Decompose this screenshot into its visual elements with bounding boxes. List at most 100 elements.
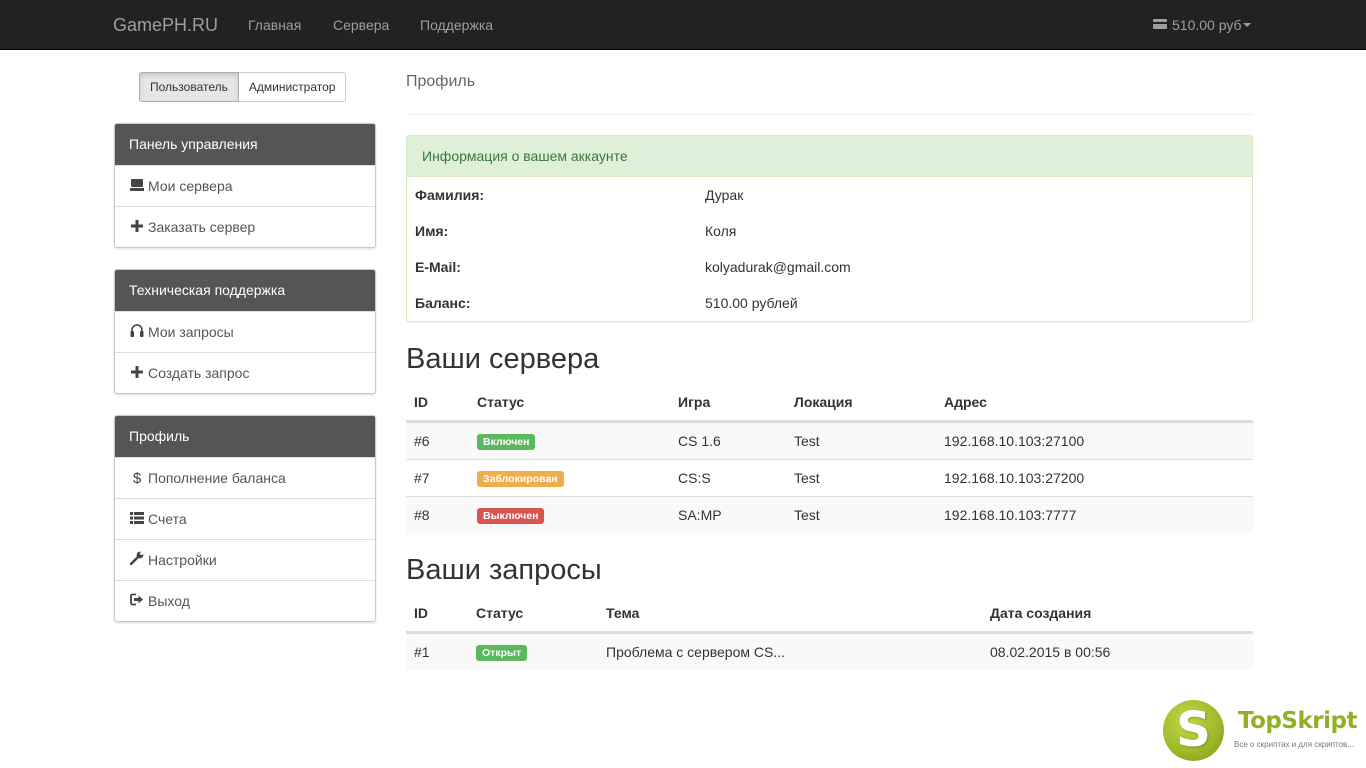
server-game: SA:MP <box>678 507 722 523</box>
column-header: Статус <box>477 394 525 410</box>
role-switch: Пользователь Администратор <box>139 72 347 102</box>
request-date: 08.02.2015 в 00:56 <box>990 644 1111 660</box>
plus-icon <box>130 353 144 393</box>
dollar-icon: $ <box>132 470 142 487</box>
admin-mode-button[interactable]: Администратор <box>238 72 347 102</box>
panel-heading: Техническая поддержка <box>115 270 375 311</box>
field-value: Дурак <box>705 187 744 203</box>
server-address: 192.168.10.103:7777 <box>944 507 1077 523</box>
server-icon <box>130 166 144 207</box>
server-address: 192.168.10.103:27200 <box>944 470 1085 486</box>
sidebar-item-invoices[interactable]: Счета <box>115 498 375 539</box>
account-row-email: E-Mail: kolyadurak@gmail.com <box>407 249 1252 285</box>
support-panel: Техническая поддержка Мои запросы Создат… <box>114 269 376 394</box>
brand-link[interactable]: GamePH.RU <box>113 14 218 36</box>
account-info-panel: Информация о вашем аккаунте Фамилия: Дур… <box>406 135 1253 322</box>
sidebar-item-order-server[interactable]: Заказать сервер <box>115 206 375 247</box>
plus-icon <box>130 207 144 247</box>
field-value: 510.00 рублей <box>705 295 798 311</box>
table-row[interactable]: #7 Заблокирован CS:S Test 192.168.10.103… <box>406 459 1253 496</box>
panel-heading: Панель управления <box>115 124 375 165</box>
field-value: Коля <box>705 223 737 239</box>
sidebar-item-label: Мои сервера <box>148 178 233 194</box>
user-mode-button[interactable]: Пользователь <box>139 72 239 102</box>
table-row[interactable]: #8 Выключен SA:MP Test 192.168.10.103:77… <box>406 496 1253 533</box>
status-badge: Заблокирован <box>477 471 564 487</box>
control-panel: Панель управления Мои сервера Заказать с… <box>114 123 376 248</box>
sidebar-item-logout[interactable]: Выход <box>115 580 375 621</box>
field-label: Фамилия: <box>415 187 485 203</box>
request-id: #1 <box>414 644 430 660</box>
balance-label: 510.00 руб <box>1172 17 1242 33</box>
request-subject[interactable]: Проблема с сервером CS... <box>606 634 785 670</box>
top-navbar: GamePH.RU Главная Сервера Поддержка 510.… <box>0 0 1366 50</box>
list-icon <box>130 499 144 540</box>
column-header: Адрес <box>944 394 987 410</box>
page-title: Профиль <box>406 73 476 90</box>
column-header: Игра <box>678 394 711 410</box>
headphones-icon <box>130 312 144 353</box>
table-row[interactable]: #6 Включен CS 1.6 Test 192.168.10.103:27… <box>406 422 1253 459</box>
column-header: ID <box>414 605 428 621</box>
column-header: Тема <box>606 605 640 621</box>
sidebar-item-label: Заказать сервер <box>148 219 256 235</box>
sidebar-item-my-requests[interactable]: Мои запросы <box>115 311 375 352</box>
sidebar-item-settings[interactable]: Настройки <box>115 539 375 580</box>
server-address: 192.168.10.103:27100 <box>944 433 1085 449</box>
wrench-icon <box>129 540 144 581</box>
watermark-tagline: Все о скриптах и для скриптов... <box>1234 740 1354 749</box>
nav-link-home[interactable]: Главная <box>248 16 301 34</box>
servers-table: ID Статус Игра Локация Адрес #6 Включен … <box>406 385 1253 533</box>
server-location: Test <box>794 470 820 486</box>
server-id: #6 <box>414 433 430 449</box>
sidebar-item-label: Создать запрос <box>148 365 250 381</box>
column-header: Статус <box>476 605 524 621</box>
server-location: Test <box>794 433 820 449</box>
table-header: ID Статус Игра Локация Адрес <box>406 385 1253 422</box>
server-location: Test <box>794 507 820 523</box>
caret-down-icon <box>1242 23 1251 27</box>
requests-table: ID Статус Тема Дата создания #1 Открыт П… <box>406 596 1253 670</box>
watermark-logo: S <box>1163 700 1224 761</box>
credit-card-icon <box>1153 19 1167 29</box>
sidebar-item-label: Счета <box>148 511 187 527</box>
status-badge: Выключен <box>477 508 545 524</box>
column-header: Дата создания <box>990 605 1092 621</box>
requests-heading: Ваши запросы <box>406 554 602 586</box>
account-info-heading: Информация о вашем аккаунте <box>407 136 1252 177</box>
servers-heading: Ваши сервера <box>406 343 600 375</box>
page-header: Профиль <box>406 72 1253 115</box>
server-game: CS 1.6 <box>678 433 721 449</box>
status-badge: Открыт <box>476 645 528 661</box>
sidebar-item-label: Пополнение баланса <box>148 470 286 486</box>
column-header: ID <box>414 394 428 410</box>
logout-icon <box>130 581 144 621</box>
panel-heading: Профиль <box>115 416 375 457</box>
account-row-balance: Баланс: 510.00 рублей <box>407 285 1252 321</box>
sidebar-item-label: Настройки <box>148 552 217 568</box>
account-row-firstname: Имя: Коля <box>407 213 1252 249</box>
sidebar-item-label: Выход <box>148 593 190 609</box>
server-game: CS:S <box>678 470 711 486</box>
balance-dropdown[interactable]: 510.00 руб <box>1153 16 1251 34</box>
server-id: #7 <box>414 470 430 486</box>
watermark-logo-letter: S <box>1176 702 1211 758</box>
field-value: kolyadurak@gmail.com <box>705 259 851 275</box>
field-label: Баланс: <box>415 295 471 311</box>
column-header: Локация <box>794 394 853 410</box>
table-header: ID Статус Тема Дата создания <box>406 596 1253 633</box>
status-badge: Включен <box>477 434 536 450</box>
server-id: #8 <box>414 507 430 523</box>
field-label: Имя: <box>415 223 449 239</box>
sidebar-item-create-request[interactable]: Создать запрос <box>115 352 375 393</box>
watermark-title: TopSkript <box>1238 708 1357 734</box>
field-label: E-Mail: <box>415 259 461 275</box>
sidebar-item-top-up-balance[interactable]: $ Пополнение баланса <box>115 457 375 498</box>
sidebar-item-my-servers[interactable]: Мои сервера <box>115 165 375 206</box>
table-row[interactable]: #1 Открыт Проблема с сервером CS... 08.0… <box>406 633 1253 670</box>
sidebar-item-label: Мои запросы <box>148 324 234 340</box>
nav-link-support[interactable]: Поддержка <box>420 16 493 34</box>
profile-panel: Профиль $ Пополнение баланса Счета Настро… <box>114 415 376 622</box>
nav-link-servers[interactable]: Сервера <box>333 16 389 34</box>
account-row-lastname: Фамилия: Дурак <box>407 177 1252 213</box>
